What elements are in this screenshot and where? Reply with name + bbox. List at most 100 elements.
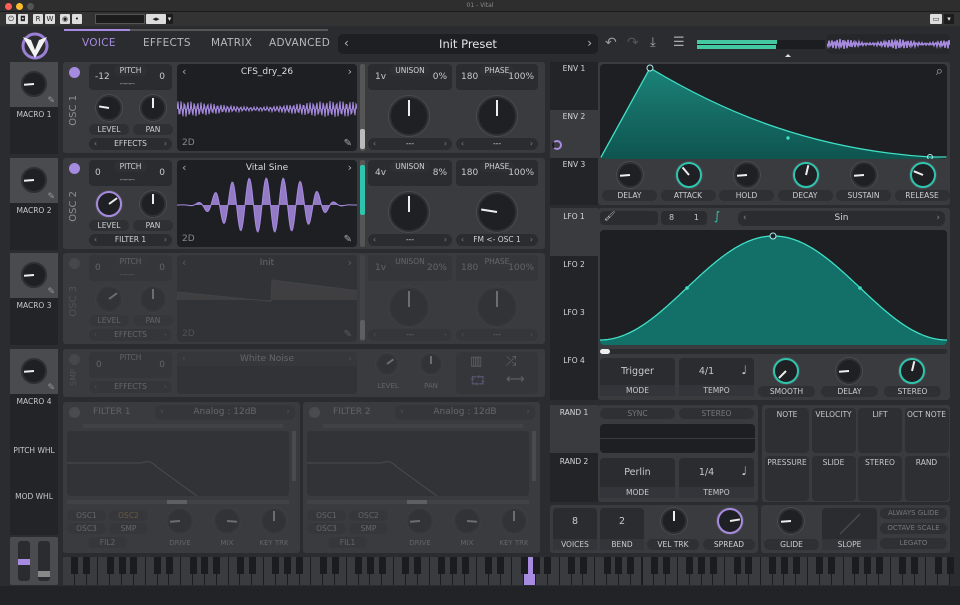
osc-3-level-knob[interactable] [96,286,122,312]
lfo-tempo-selector[interactable]: 4/1 ♩ TEMPO [679,358,754,396]
black-key[interactable] [698,557,706,574]
lfo-mode-selector[interactable]: Trigger MODE [600,358,675,396]
black-key[interactable] [733,557,741,574]
osc-1-enable-toggle[interactable] [69,67,80,78]
tab-rand-2[interactable]: RAND 2 [550,457,598,466]
lfo-delay-knob[interactable] [836,358,862,384]
voices-selector[interactable]: 8 VOICES [553,508,597,550]
macro-3-knob[interactable] [21,262,47,288]
phase-randomize[interactable]: 100% [508,168,534,178]
filter-1-model-selector[interactable]: ‹ Analog : 12dB › [155,405,295,420]
tab-matrix[interactable]: MATRIX [211,37,252,49]
osc-2-spectral-selector[interactable]: ‹ --- › [368,233,452,246]
tune-value[interactable]: 0 [159,360,165,370]
bypass-button[interactable]: ◉ [60,14,70,24]
tab-rand-1[interactable]: RAND 1 [550,408,598,417]
octave-scale-toggle[interactable]: OCTAVE SCALE [880,523,947,534]
loop-icon[interactable]: ⮔ [470,372,485,394]
osc-2-distortion-selector[interactable]: ‹ FM <- OSC 1 › [456,233,538,246]
mod-source-note[interactable]: NOTE [765,408,809,453]
modulation-drag-icon[interactable] [552,140,562,150]
preset-name[interactable]: Init Preset [338,37,598,51]
edit-pencil-icon[interactable]: ✎ [344,138,352,149]
next-preset-icon[interactable]: › [587,36,592,50]
black-key[interactable] [851,557,859,574]
wavetable-name[interactable]: Vital Sine [177,163,357,173]
transpose-value[interactable]: 0 [95,263,101,273]
black-key[interactable] [402,557,410,574]
mod-source-rand[interactable]: RAND [904,456,949,501]
edit-pencil-icon[interactable]: ✎ [47,192,55,202]
mod-wheel[interactable] [38,541,50,581]
tab-lfo-2[interactable]: LFO 2 [550,260,598,269]
osc-2-pitch[interactable]: 0 PITCH ꟷꟷꟷ 0 [89,159,172,186]
filter-2-key-trk-knob[interactable] [501,508,527,534]
env-sustain-knob[interactable] [851,162,877,188]
osc-3-pitch[interactable]: 0 PITCH ꟷꟷꟷ 0 [89,255,172,281]
black-key[interactable] [780,557,788,574]
osc-2-detune-knob[interactable] [389,191,429,232]
black-key[interactable] [662,557,670,574]
osc-2-destination[interactable]: ‹ FILTER 1 › [89,233,172,246]
osc-1-phase-knob[interactable] [477,96,517,136]
black-key[interactable] [201,557,209,574]
black-key[interactable] [437,557,445,574]
phase-value[interactable]: 180 [461,263,478,273]
tab-env-3[interactable]: ENV 3 [550,160,598,169]
filter-2-resonance-slider[interactable] [532,431,536,481]
filter-2-enable-toggle[interactable] [309,407,320,418]
read-button[interactable]: R [33,14,43,24]
dimension-toggle[interactable]: 2D [182,329,195,339]
black-key[interactable] [532,557,540,574]
filter-2-response-graph[interactable] [307,431,529,496]
osc-2-level-knob[interactable] [96,190,122,217]
osc-1-phase[interactable]: 180 PHASE 100% [456,64,538,90]
redo-icon[interactable]: ↷ [627,35,639,51]
black-key[interactable] [863,557,871,574]
tab-lfo-1[interactable]: LFO 1 [550,212,598,221]
osc-3-distortion-selector[interactable]: ‹ --- › [456,329,538,341]
black-key[interactable] [272,557,280,574]
tab-env-2[interactable]: ENV 2 [550,112,598,121]
envelope-graph[interactable]: ⌕ [600,64,947,159]
black-key[interactable] [284,557,292,574]
menu-icon[interactable]: ☰ [673,35,685,50]
note-icon[interactable]: ♩ [741,464,747,478]
lfo-smooth-knob[interactable] [773,358,799,384]
filter-input-fil1[interactable]: FIL1 [328,537,367,548]
osc-2-unison[interactable]: 4v UNISON 8% [368,159,452,186]
keytrack-icon[interactable]: ▥ [470,354,482,369]
volume-meter[interactable] [697,40,825,57]
osc-1-detune-knob[interactable] [389,96,429,136]
black-key[interactable] [650,557,658,574]
filter-2-drive-knob[interactable] [407,508,433,534]
osc-1-destination[interactable]: ‹ EFFECTS › [89,138,172,150]
smooth-curve-icon[interactable]: ∫ [714,209,720,223]
dimension-toggle[interactable]: 2D [182,234,195,244]
spread-knob[interactable] [717,508,743,534]
black-key[interactable] [816,557,824,574]
black-key[interactable] [378,557,386,574]
black-key[interactable] [615,557,623,574]
rand-tempo-selector[interactable]: 1/4 ♩ TEMPO [679,458,754,498]
black-key[interactable] [828,557,836,574]
lfo-grid-size[interactable]: 8 1 [661,211,707,225]
osc-1-distortion-selector[interactable]: ‹ --- › [456,138,538,150]
slope-display[interactable]: SLOPE [822,508,877,550]
unison-voices[interactable]: 1v [375,72,386,82]
osc-1-level-knob[interactable] [96,95,122,121]
tune-value[interactable]: 0 [159,263,165,273]
filter-1-drive-knob[interactable] [167,508,193,534]
filter-source-osc2[interactable]: OSC2 [109,510,148,521]
osc-3-wavetable-display[interactable]: ‹ Init › 2D ✎ [177,255,357,342]
random-phase-icon[interactable]: ⤮ [506,354,516,369]
black-key[interactable] [331,557,339,574]
stereo-button[interactable]: STEREO [679,408,754,419]
lfo-paint-button[interactable]: 🖌 [600,211,658,225]
black-key[interactable] [603,557,611,574]
macro-4-knob[interactable] [21,357,47,384]
lfo-graph[interactable] [600,230,947,345]
unison-voices[interactable]: 1v [375,263,386,273]
filter-source-smp[interactable]: SMP [349,523,388,534]
black-key[interactable] [544,557,552,574]
